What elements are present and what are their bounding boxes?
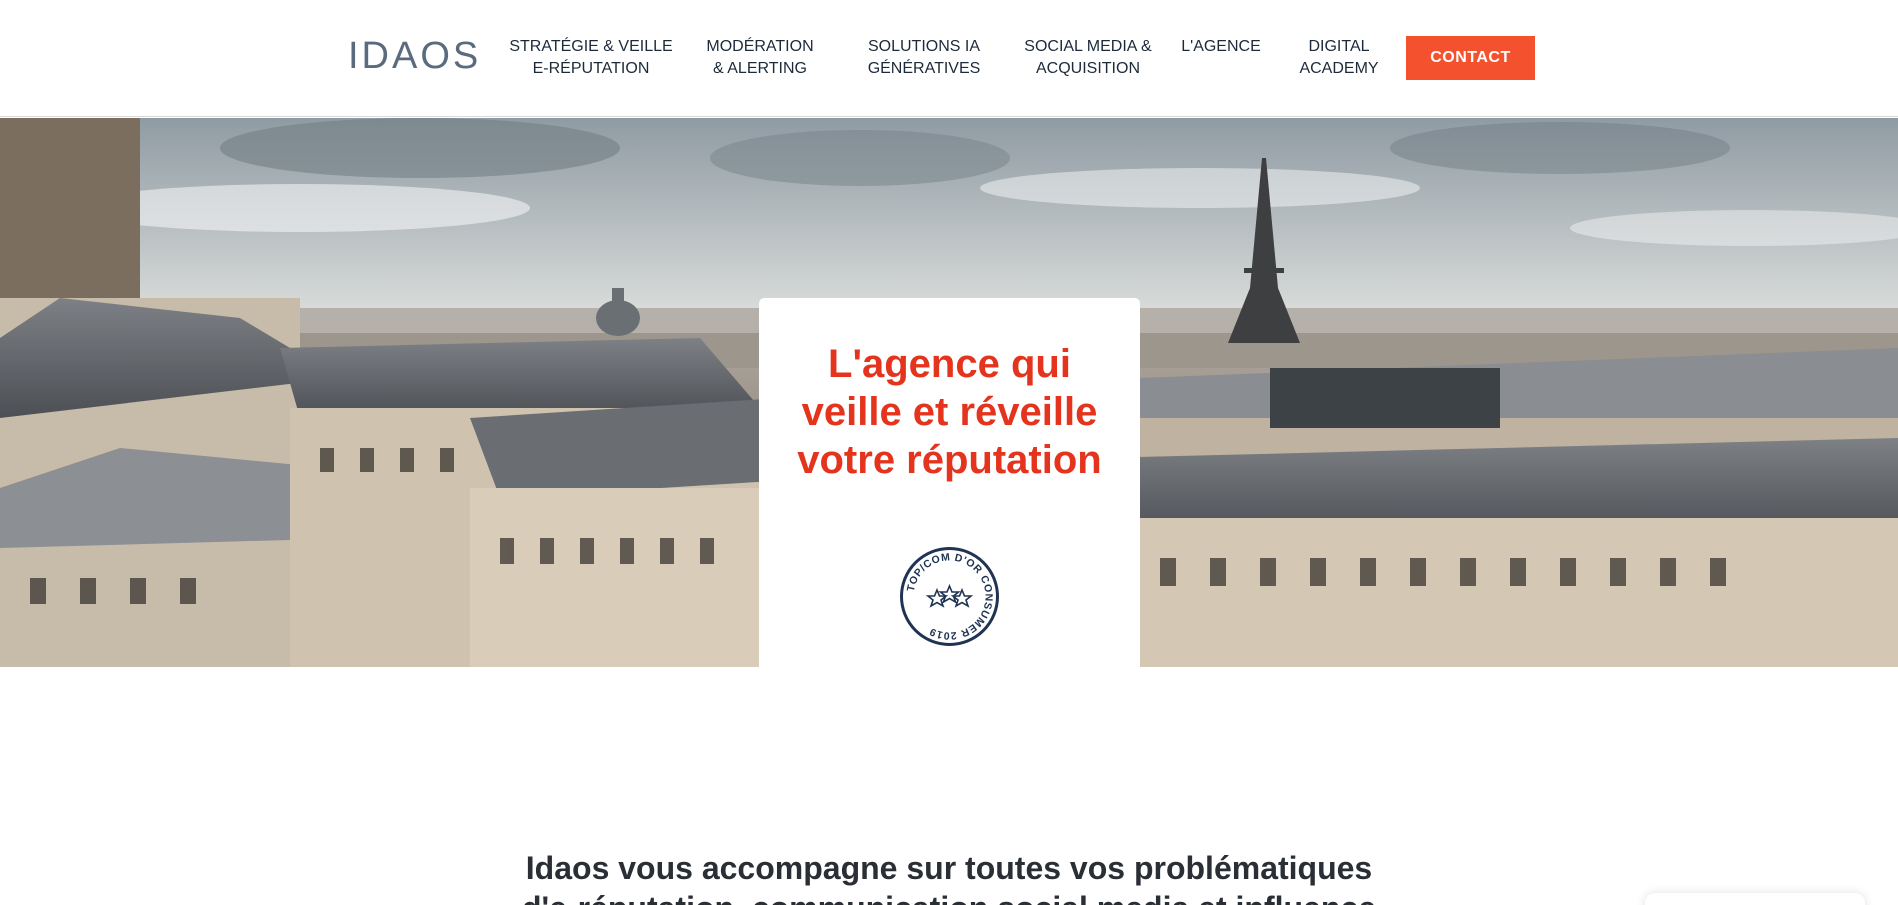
intro-heading: Idaos vous accompagne sur toutes vos pro… — [0, 848, 1898, 905]
nav-moderation-alerting[interactable]: MODÉRATION & ALERTING — [680, 36, 840, 80]
hero-headline: L'agence qui veille et réveille votre ré… — [797, 342, 1102, 482]
site-header: IDAOS STRATÉGIE & VEILLE E-RÉPUTATION MO… — [0, 0, 1898, 117]
hero-banner: L'agence qui veille et réveille votre ré… — [759, 298, 1140, 667]
idaos-logo[interactable]: IDAOS — [348, 36, 481, 76]
floating-widget[interactable] — [1645, 893, 1865, 905]
svg-text:TOP/COM D'OR CONSUMER 2019: TOP/COM D'OR CONSUMER 2019 — [905, 551, 995, 641]
nav-digital-academy[interactable]: DIGITAL ACADEMY — [1274, 36, 1404, 80]
nav-solutions-ia[interactable]: SOLUTIONS IA GÉNÉRATIVES — [844, 36, 1004, 80]
hero-section: L'agence qui veille et réveille votre ré… — [0, 118, 1898, 667]
nav-agence[interactable]: L'AGENCE — [1168, 36, 1274, 58]
intro-line-2: d'e-réputation, communication social med… — [0, 888, 1898, 905]
intro-line-1: Idaos vous accompagne sur toutes vos pro… — [525, 850, 1373, 886]
nav-strategie-veille[interactable]: STRATÉGIE & VEILLE E-RÉPUTATION — [506, 36, 676, 80]
award-badge-icon: TOP/COM D'OR CONSUMER 2019 — [900, 547, 999, 646]
main-nav: STRATÉGIE & VEILLE E-RÉPUTATION MODÉRATI… — [506, 36, 1404, 80]
nav-social-media[interactable]: SOCIAL MEDIA & ACQUISITION — [1008, 36, 1168, 80]
award-badge: TOP/COM D'OR CONSUMER 2019 — [899, 546, 1000, 647]
contact-button[interactable]: CONTACT — [1406, 36, 1535, 80]
